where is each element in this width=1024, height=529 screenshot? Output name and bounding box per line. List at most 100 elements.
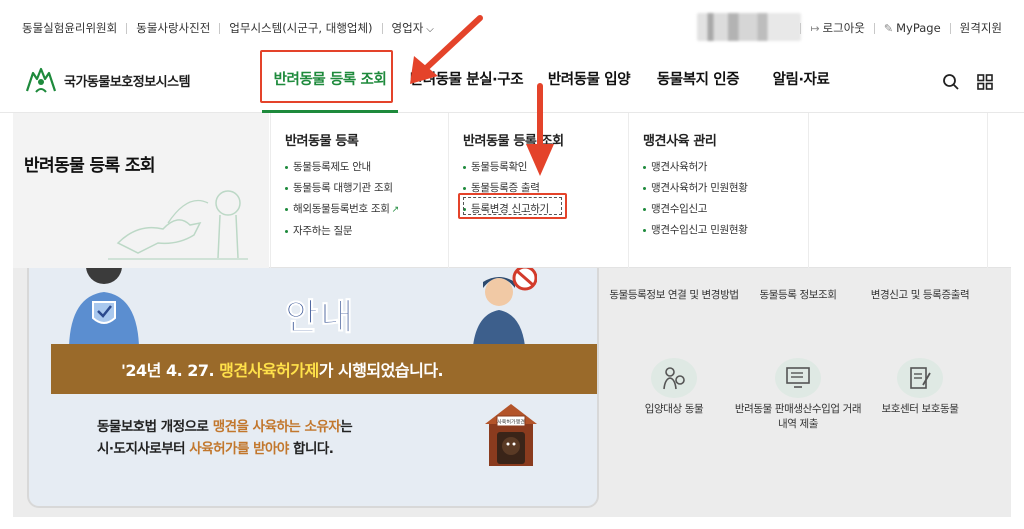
quick-link-label: 변경신고 및 등록증출력 (870, 289, 970, 301)
menu-link-label: 동물등록확인 (471, 161, 528, 173)
person-illustration (69, 268, 139, 346)
grid-menu-icon[interactable] (976, 73, 994, 91)
quick-link-shelter[interactable]: 보호센터 보호동물 (855, 358, 985, 417)
site-logo[interactable]: 국가동물보호정보시스템 (24, 65, 191, 95)
page-content: 안내 '24년 4. 27. 맹견사육허가제가 시행되었습니다. 동물보호법 개… (13, 268, 1011, 517)
quick-link-label: 동물등록정보 연결 및 변경방법 (609, 289, 739, 301)
menu-link-label: 동물등록제도 안내 (293, 161, 371, 173)
bullet-icon (643, 186, 646, 190)
edit-icon: ✎ (883, 22, 894, 35)
menu-lost-rescue[interactable]: 반려동물 분실·구조 (398, 56, 535, 113)
logout-icon: ↦ (810, 22, 820, 35)
bullet-icon (285, 186, 288, 190)
top-link-work-system[interactable]: 업무시스템(시군구, 대행업체) (229, 20, 372, 36)
mega-col-empty (808, 113, 988, 268)
officer-illustration (473, 268, 537, 346)
mega-col-registration: 반려동물 등록 동물등록제도 안내 동물등록 대행기관 조회 해외동물등록번호 … (270, 113, 448, 268)
banner-subtext: 동물보호법 개정으로 맹견을 사육하는 소유자는 시·도지사로부터 사육허가를 … (97, 416, 353, 460)
top-links: 동물실험윤리위원회 동물사랑사진전 업무시스템(시군구, 대행업체) 영업자 ⌵ (22, 20, 434, 36)
bullet-icon (643, 165, 646, 169)
quick-icon-bg (897, 358, 943, 398)
banner-strip-text: '24년 4. 27. 맹견사육허가제가 시행되었습니다. (121, 357, 444, 381)
bullet-icon (463, 186, 466, 190)
strip-post: 가 시행되었습니다. (318, 361, 444, 380)
top-link-photo-contest[interactable]: 동물사랑사진전 (136, 20, 210, 36)
menu-link-permit-status[interactable]: 맹견사육허가 민원현황 (643, 178, 748, 199)
quick-icon-bg (651, 358, 697, 398)
logout-label: 로그아웃 (822, 21, 865, 35)
top-link-ethics-committee[interactable]: 동물실험윤리위원회 (22, 20, 117, 36)
dog-person-icon (663, 367, 685, 390)
menu-welfare-cert[interactable]: 동물복지 인증 (643, 56, 753, 113)
mega-col-lookup: 반려동물 등록 조회 동물등록확인 동물등록증 출력 등록변경 신고하기 (448, 113, 628, 268)
dog-house-illustration: 사육허가맹견 (485, 404, 537, 466)
banner-strip: '24년 4. 27. 맹견사육허가제가 시행되었습니다. (51, 344, 597, 394)
menu-link-import-report[interactable]: 맹견수입신고 (643, 199, 748, 220)
mypage-link[interactable]: ✎ MyPage (884, 21, 941, 35)
menu-link-registration-check[interactable]: 동물등록확인 (463, 157, 549, 178)
top-utility-bar: 동물실험윤리위원회 동물사랑사진전 업무시스템(시군구, 대행업체) 영업자 ⌵ … (0, 0, 1024, 56)
quick-link-connect[interactable]: 동물등록정보 연결 및 변경방법 (609, 288, 739, 303)
menu-link-agency-search[interactable]: 동물등록 대행기관 조회 (285, 178, 399, 199)
banner-title: 안내 (284, 297, 356, 339)
quick-link-info[interactable]: 동물등록 정보조회 (733, 288, 863, 303)
sub2-pre: 시·도지사로부터 (97, 441, 190, 457)
menu-link-label: 맹견사육허가 (651, 161, 708, 173)
quick-links: 동물등록정보 연결 및 변경방법 동물등록 정보조회 변경신고 및 등록증출력 … (609, 268, 1009, 517)
menu-notice[interactable]: 알림·자료 (753, 56, 849, 113)
dog-walk-illustration (108, 190, 248, 260)
menu-link-overseas-number[interactable]: 해외동물등록번호 조회 ↗ (285, 199, 399, 221)
chevron-down-icon: ⌵ (426, 24, 434, 35)
menu-link-registration-guide[interactable]: 동물등록제도 안내 (285, 157, 399, 178)
menu-link-import-status[interactable]: 맹견수입신고 민원현황 (643, 220, 748, 241)
search-icon[interactable] (942, 73, 960, 91)
logo-icon (25, 67, 57, 93)
quick-link-label: 보호센터 보호동물 (881, 403, 959, 415)
quick-link-adoption[interactable]: 입양대상 동물 (609, 358, 739, 417)
divider (126, 22, 128, 34)
bullet-icon (643, 207, 646, 211)
quick-link-change[interactable]: 변경신고 및 등록증출력 (855, 288, 985, 303)
strip-pre: '24년 4. 27. (121, 361, 220, 380)
logout-link[interactable]: ↦ 로그아웃 (810, 20, 865, 36)
mega-col-list: 맹견사육허가 맹견사육허가 민원현황 맹견수입신고 맹견수입신고 민원현황 (643, 157, 748, 241)
bullet-icon (285, 207, 288, 211)
top-link-business[interactable]: 영업자 ⌵ (392, 20, 434, 36)
mega-col-title[interactable]: 맹견사육 관리 (643, 130, 717, 149)
quick-link-label: 입양대상 동물 (644, 403, 704, 415)
sub1-pre: 동물보호법 개정으로 (97, 419, 213, 435)
monitor-list-icon (786, 367, 810, 388)
sub2-highlight: 사육허가를 받아야 (189, 441, 289, 457)
document-pen-icon (910, 367, 931, 389)
top-link-business-label: 영업자 (391, 21, 424, 35)
mega-col-title[interactable]: 반려동물 등록 (285, 130, 359, 149)
main-navigation: 국가동물보호정보시스템 반려동물 등록 조회 반려동물 분실·구조 반려동물 입… (0, 56, 1024, 113)
divider (949, 22, 951, 34)
divider (800, 22, 802, 34)
menu-adoption[interactable]: 반려동물 입양 (535, 56, 643, 113)
menu-link-permit[interactable]: 맹견사육허가 (643, 157, 748, 178)
menu-link-label: 해외동물등록번호 조회 (293, 203, 390, 215)
sub1-highlight: 맹견을 사육하는 소유자 (212, 419, 341, 435)
nav-icons (942, 73, 994, 91)
mega-col-list: 동물등록제도 안내 동물등록 대행기관 조회 해외동물등록번호 조회 ↗ 자주하는… (285, 157, 399, 242)
menu-link-faq[interactable]: 자주하는 질문 (285, 221, 399, 242)
bullet-icon (643, 228, 646, 232)
bullet-icon (463, 165, 466, 169)
divider (873, 22, 875, 34)
account-links: ↦ 로그아웃 ✎ MyPage 원격지원 (791, 20, 1002, 36)
menu-link-label: 맹견수입신고 (651, 203, 708, 215)
menu-link-label: 맹견수입신고 민원현황 (651, 224, 748, 236)
banner-sub-line2: 시·도지사로부터 사육허가를 받아야 합니다. (97, 438, 352, 460)
mega-menu-title: 반려동물 등록 조회 (24, 156, 156, 176)
quick-link-trade-report[interactable]: 반려동물 판매생산수입업 거래내역 제출 (733, 358, 863, 432)
notice-banner[interactable]: 안내 '24년 4. 27. 맹견사육허가제가 시행되었습니다. 동물보호법 개… (27, 268, 599, 508)
mega-col-title[interactable]: 반려동물 등록 조회 (463, 130, 564, 149)
mega-col-dangerous-dog: 맹견사육 관리 맹견사육허가 맹견사육허가 민원현황 맹견수입신고 맹견수입신고… (628, 113, 808, 268)
logo-text: 국가동물보호정보시스템 (64, 74, 191, 90)
menu-link-label: 동물등록 대행기관 조회 (293, 182, 393, 194)
strip-highlight: 맹견사육허가제 (219, 361, 319, 380)
house-sign-text: 사육허가맹견 (497, 419, 525, 426)
remote-support-link[interactable]: 원격지원 (960, 20, 1002, 36)
bullet-icon (285, 165, 288, 169)
